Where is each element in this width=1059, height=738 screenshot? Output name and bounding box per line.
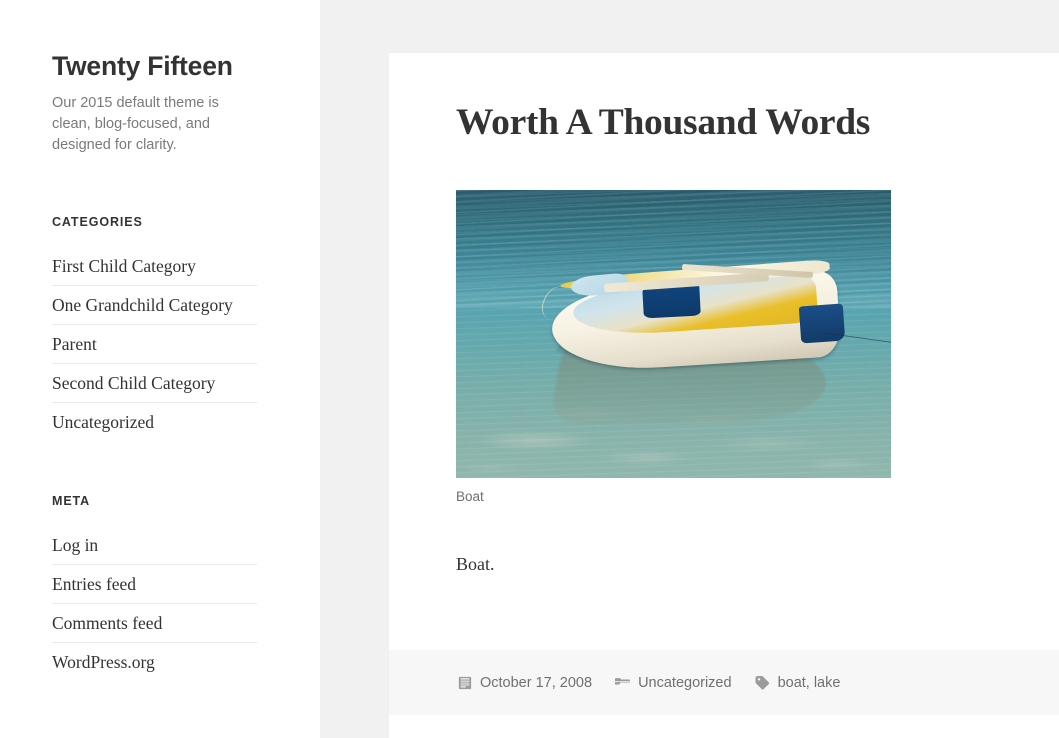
posted-in: Uncategorized (614, 675, 732, 691)
folder-icon (614, 675, 631, 691)
widget-title-categories: CATEGORIES (52, 214, 143, 229)
list-item: First Child Category (52, 247, 257, 286)
post-tag-lake[interactable]: lake (814, 675, 841, 691)
sidebar-item-log-in[interactable]: Log in (52, 526, 257, 564)
list-item: Log in (52, 526, 257, 565)
site-description: Our 2015 default theme is clean, blog-fo… (52, 94, 219, 153)
sidebar-item-first-child-category[interactable]: First Child Category (52, 247, 257, 285)
meta-list: Log in Entries feed Comments feed WordPr… (52, 526, 257, 681)
category-list: First Child Category One Grandchild Cate… (52, 247, 257, 441)
sidebar: Twenty Fifteen Our 2015 default theme is… (0, 0, 320, 738)
list-item: Uncategorized (52, 403, 257, 441)
entry-body: Worth A Thousand Words Boat Boat. (389, 53, 1059, 650)
theme-preview-page: Twenty Fifteen Our 2015 default theme is… (0, 0, 1059, 738)
tag-icon (754, 675, 771, 691)
list-item: Comments feed (52, 604, 257, 643)
post-figure: Boat (456, 190, 891, 507)
post-category[interactable]: Uncategorized (638, 675, 732, 691)
list-item: WordPress.org (52, 643, 257, 681)
site-title[interactable]: Twenty Fifteen (52, 0, 320, 83)
page-title[interactable]: Worth A Thousand Words (456, 100, 994, 145)
content-area: Worth A Thousand Words Boat Boat. Octobe… (320, 0, 1059, 738)
sidebar-item-parent[interactable]: Parent (52, 325, 257, 363)
sidebar-item-wordpress-org[interactable]: WordPress.org (52, 643, 257, 681)
widget-categories: CATEGORIES First Child Category One Gran… (52, 215, 320, 441)
widget-meta: META Log in Entries feed Comments feed W… (52, 494, 320, 681)
calendar-icon (456, 675, 473, 691)
widget-title-meta: META (52, 493, 91, 508)
post-tag-boat[interactable]: boat (778, 675, 806, 691)
boat-photo[interactable] (456, 190, 891, 478)
sidebar-item-entries-feed[interactable]: Entries feed (52, 565, 257, 603)
post-date[interactable]: October 17, 2008 (480, 675, 592, 691)
tag-separator: , (805, 675, 810, 691)
sidebar-item-second-child-category[interactable]: Second Child Category (52, 364, 257, 402)
figure-caption: Boat (456, 489, 484, 504)
sidebar-item-uncategorized[interactable]: Uncategorized (52, 403, 257, 441)
sidebar-item-comments-feed[interactable]: Comments feed (52, 604, 257, 642)
list-item: Second Child Category (52, 364, 257, 403)
list-item: Parent (52, 325, 257, 364)
entry-footer: October 17, 2008 Uncategorized boat , la… (389, 650, 1059, 715)
posted-on: October 17, 2008 (456, 675, 592, 691)
entry-content: Boat. (456, 553, 495, 574)
list-item: Entries feed (52, 565, 257, 604)
sidebar-item-one-grandchild-category[interactable]: One Grandchild Category (52, 286, 257, 324)
tagged-with: boat, lake (754, 675, 841, 691)
list-item: One Grandchild Category (52, 286, 257, 325)
post-article: Worth A Thousand Words Boat Boat. Octobe… (389, 53, 1059, 738)
